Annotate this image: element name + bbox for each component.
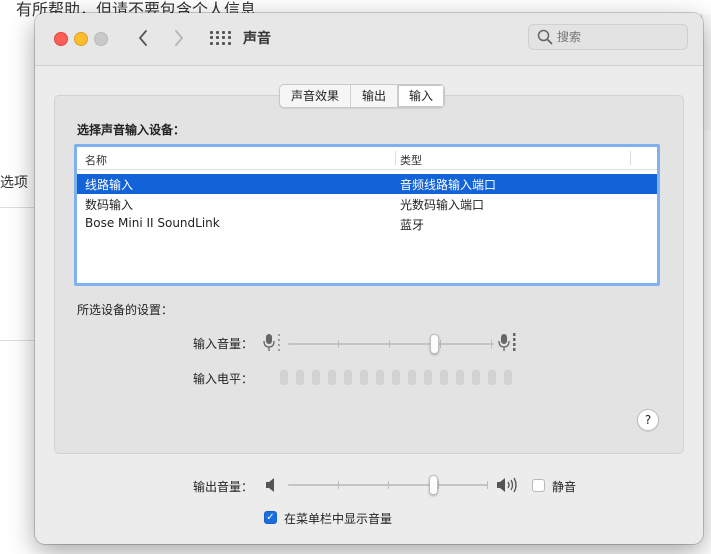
minimize-button[interactable] — [74, 32, 88, 46]
level-bar — [488, 370, 496, 385]
level-bar — [504, 370, 512, 385]
slider-tick — [338, 481, 339, 489]
device-name: 数码输入 — [85, 198, 134, 212]
slider-tick — [440, 340, 441, 348]
output-volume-label: 输出音量： — [193, 480, 254, 494]
tab-input[interactable]: 输入 — [398, 85, 445, 107]
slider-tick — [491, 340, 492, 348]
slider-tick — [438, 481, 439, 489]
device-row[interactable]: 数码输入 光数码输入端口 — [77, 194, 657, 214]
grid-icon[interactable] — [210, 31, 231, 45]
input-level-label: 输入电平： — [193, 372, 254, 386]
level-bar — [296, 370, 304, 385]
level-bar — [424, 370, 432, 385]
level-bar — [328, 370, 336, 385]
close-button[interactable] — [54, 32, 68, 46]
input-device-list[interactable]: 名称 类型 线路输入 音频线路输入端口 数码输入 光数码输入端口 Bose Mi… — [74, 144, 660, 286]
slider-tick — [487, 481, 488, 489]
device-name: Bose Mini II SoundLink — [85, 216, 220, 230]
level-bar — [360, 370, 368, 385]
microphone-high-icon — [498, 333, 516, 351]
mute-checkbox[interactable] — [532, 479, 545, 492]
search-icon — [537, 29, 553, 45]
settings-label: 所选设备的设置： — [77, 303, 174, 317]
sound-preferences-window: 声音 声音效果 输出 输入 选择声音输入设备： 名称 类型 线路输入 音频线路输… — [35, 13, 703, 544]
level-bar — [312, 370, 320, 385]
show-volume-in-menubar-checkbox[interactable]: ✓ — [264, 511, 277, 524]
level-bar — [392, 370, 400, 385]
level-bar — [440, 370, 448, 385]
help-button[interactable]: ? — [637, 409, 659, 431]
forward-button[interactable] — [168, 27, 190, 49]
device-type: 音频线路输入端口 — [400, 178, 497, 192]
column-divider — [630, 151, 631, 165]
chevron-right-icon — [175, 30, 183, 46]
slider-knob[interactable] — [429, 475, 438, 495]
output-volume-slider[interactable] — [288, 475, 488, 495]
slider-tick — [389, 340, 390, 348]
input-volume-slider[interactable] — [288, 334, 494, 354]
slider-tick — [388, 481, 389, 489]
microphone-low-icon — [263, 334, 280, 351]
zoom-button[interactable] — [94, 32, 108, 46]
search-input[interactable] — [557, 28, 677, 46]
window-title: 声音 — [243, 31, 271, 47]
device-row[interactable]: 线路输入 音频线路输入端口 — [77, 174, 657, 194]
input-volume-label: 输入音量： — [193, 337, 254, 351]
tab-sound-effects[interactable]: 声音效果 — [280, 85, 352, 107]
title-bar: 声音 — [35, 13, 703, 66]
device-prompt: 选择声音输入设备： — [77, 123, 186, 137]
device-type: 蓝牙 — [400, 218, 425, 232]
device-name: 线路输入 — [85, 178, 134, 192]
slider-track — [288, 343, 494, 345]
level-bar — [376, 370, 384, 385]
list-header: 名称 类型 — [77, 147, 657, 170]
level-bar — [456, 370, 464, 385]
level-bar — [344, 370, 352, 385]
show-volume-in-menubar-label: 在菜单栏中显示音量 — [284, 512, 393, 526]
tab-output[interactable]: 输出 — [351, 85, 399, 107]
search-field[interactable] — [528, 24, 688, 50]
background-divider — [0, 207, 34, 208]
device-type: 光数码输入端口 — [400, 198, 485, 212]
tab-bar: 声音效果 输出 输入 — [279, 84, 446, 108]
slider-tick — [338, 340, 339, 348]
level-bar — [472, 370, 480, 385]
column-header-name[interactable]: 名称 — [85, 152, 107, 168]
level-bar — [408, 370, 416, 385]
slider-knob[interactable] — [430, 334, 439, 354]
background-side-text: 选项 — [0, 175, 28, 191]
mute-label: 静音 — [552, 480, 577, 494]
speaker-low-icon — [266, 478, 274, 492]
chevron-left-icon — [139, 30, 147, 46]
speaker-high-icon — [497, 477, 517, 493]
level-bar — [280, 370, 288, 385]
input-level-meter — [280, 370, 512, 385]
device-row[interactable]: Bose Mini II SoundLink 蓝牙 — [77, 214, 657, 234]
back-button[interactable] — [132, 27, 154, 49]
background-divider — [0, 340, 34, 341]
column-header-type[interactable]: 类型 — [400, 152, 422, 168]
column-divider — [395, 151, 396, 165]
